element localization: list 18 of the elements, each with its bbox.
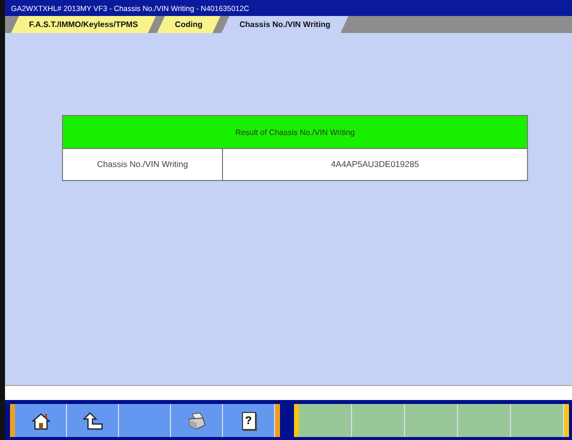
table-cell-text: 4A4AP5AU3DE019285 — [330, 158, 420, 171]
function-key[interactable] — [511, 404, 564, 437]
help-button[interactable]: ? — [223, 404, 275, 437]
function-key[interactable] — [405, 404, 458, 437]
function-key[interactable] — [458, 404, 511, 437]
tab[interactable]: Chassis No./VIN Writing — [221, 16, 348, 33]
home-button[interactable] — [15, 404, 67, 437]
home-icon — [30, 410, 50, 430]
tab[interactable]: F.A.S.T./IMMO/Keyless/TPMS — [11, 16, 156, 33]
table-cell: Chassis No./VIN Writing — [63, 149, 223, 180]
print-button[interactable] — [171, 404, 223, 437]
tab[interactable]: Coding — [156, 16, 220, 33]
printer-icon — [186, 410, 206, 430]
table-header: Result of Chassis No./VIN Writing — [63, 116, 527, 149]
function-key[interactable] — [299, 404, 352, 437]
up-arrow-icon — [82, 410, 104, 430]
function-key[interactable] — [352, 404, 405, 437]
back-button[interactable] — [67, 404, 119, 437]
